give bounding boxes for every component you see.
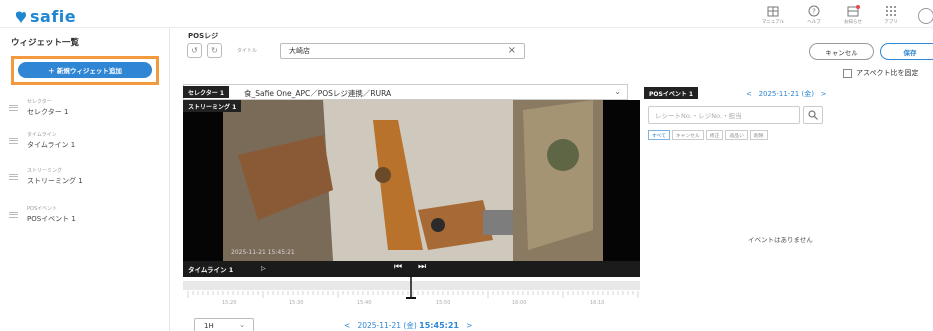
page-title: POSレジ bbox=[188, 32, 219, 40]
pos-date: 2025-11-21 (金) bbox=[758, 90, 814, 98]
chip-delete[interactable]: 削除 bbox=[749, 130, 768, 140]
apps-label: アプリ bbox=[884, 20, 898, 25]
drag-handle-icon[interactable] bbox=[9, 138, 18, 144]
widget-type: POSイベント bbox=[27, 206, 58, 212]
next-date-icon[interactable]: > bbox=[466, 321, 472, 330]
logo-text: safie bbox=[30, 7, 77, 26]
selector-tag: セレクター 1 bbox=[183, 86, 230, 98]
widget-item-timeline[interactable]: タイムライン タイムライン 1 bbox=[9, 131, 159, 153]
redo-icon: ↻ bbox=[211, 46, 218, 55]
drag-handle-icon[interactable] bbox=[9, 212, 18, 218]
widget-item-pos[interactable]: POSイベント POSイベント 1 bbox=[9, 205, 159, 227]
pos-filter-chips: すべて キャンセル 修正 返品い 削除 bbox=[648, 130, 768, 140]
chevron-down-icon: ⌄ bbox=[614, 87, 621, 96]
chip-fix[interactable]: 修正 bbox=[705, 130, 724, 140]
title-value: 大崎店 bbox=[289, 47, 310, 55]
title-input[interactable]: 大崎店 × bbox=[280, 43, 525, 59]
pos-empty-message: イベントはありません bbox=[748, 236, 813, 244]
undo-icon: ↺ bbox=[191, 46, 198, 55]
selector-dropdown[interactable]: 食_Safie One_APC／POSレジ連携／RURA ⌄ bbox=[183, 84, 628, 100]
undo-button[interactable]: ↺ bbox=[187, 43, 202, 58]
manual-button[interactable]: マニュアル bbox=[758, 4, 788, 25]
prev-date-icon[interactable]: < bbox=[746, 90, 752, 98]
apps-button[interactable]: アプリ bbox=[876, 4, 906, 25]
timeline-time: 15:45:21 bbox=[419, 321, 459, 330]
notice-label: お知らせ bbox=[844, 20, 862, 25]
chevron-down-icon: ⌄ bbox=[239, 321, 245, 329]
range-value: 1H bbox=[204, 321, 214, 330]
help-icon: ? bbox=[799, 4, 829, 18]
skip-forward-icon[interactable]: ⏭ bbox=[418, 262, 426, 272]
widget-name: タイムライン 1 bbox=[27, 141, 76, 149]
skip-back-icon[interactable]: ⏮ bbox=[394, 262, 402, 272]
camera-scene-image: 2025-11-21 15:45:21 bbox=[183, 100, 640, 261]
notice-icon bbox=[838, 4, 868, 18]
save-button[interactable]: 保存 bbox=[880, 43, 933, 60]
next-date-icon[interactable]: > bbox=[821, 90, 827, 98]
drag-handle-icon[interactable] bbox=[9, 105, 18, 111]
pos-search-input[interactable]: レシートNo.・レジNo.・担当 bbox=[648, 106, 800, 124]
svg-text:?: ? bbox=[812, 8, 816, 16]
widget-type: ストリーミング bbox=[27, 168, 63, 174]
streaming-tag: ストリーミング 1 bbox=[183, 100, 242, 112]
selector-path: 食_Safie One_APC／POSレジ連携／RURA bbox=[244, 89, 392, 98]
widget-name: ストリーミング 1 bbox=[27, 177, 83, 185]
aspect-ratio-toggle[interactable]: アスペクト比を固定 bbox=[843, 68, 919, 78]
safie-logo[interactable]: safie bbox=[14, 7, 76, 26]
user-avatar[interactable] bbox=[918, 8, 933, 24]
chip-all[interactable]: すべて bbox=[648, 130, 670, 140]
title-label: タイトル bbox=[237, 48, 258, 54]
aspect-label: アスペクト比を固定 bbox=[856, 69, 919, 77]
streaming-video[interactable]: 2025-11-21 15:45:21 bbox=[183, 100, 640, 261]
chip-cancel[interactable]: キャンセル bbox=[671, 130, 704, 140]
drag-handle-icon[interactable] bbox=[9, 174, 18, 180]
widget-name: セレクター 1 bbox=[27, 108, 69, 116]
tick-label: 16:00 bbox=[512, 300, 527, 306]
help-label: ヘルプ bbox=[807, 20, 821, 25]
widget-type: タイムライン bbox=[27, 132, 57, 138]
help-button[interactable]: ? ヘルプ bbox=[799, 4, 829, 25]
tick-label: 15:50 bbox=[436, 300, 451, 306]
search-button[interactable] bbox=[803, 106, 823, 124]
notice-button[interactable]: お知らせ bbox=[838, 4, 868, 25]
cancel-button[interactable]: キャンセル bbox=[809, 43, 874, 60]
safie-logo-icon bbox=[16, 11, 26, 23]
timeline-header: タイムライン 1 ▷ ⏮ ⏭ bbox=[183, 261, 640, 277]
redo-button[interactable]: ↻ bbox=[207, 43, 222, 58]
tick-label: 15:30 bbox=[289, 300, 304, 306]
manual-label: マニュアル bbox=[761, 20, 785, 25]
video-timestamp: 2025-11-21 15:45:21 bbox=[231, 249, 295, 256]
aspect-checkbox[interactable] bbox=[843, 68, 852, 78]
pos-tag: POSイベント 1 bbox=[644, 87, 699, 99]
timeline-date-nav: < 2025-11-21 (金) 15:45:21 > bbox=[344, 320, 472, 331]
manual-icon bbox=[758, 4, 788, 18]
apps-icon bbox=[876, 4, 906, 18]
sidebar-title: ウィジェット一覧 bbox=[11, 38, 80, 48]
play-icon[interactable]: ▷ bbox=[261, 265, 266, 272]
range-select[interactable]: 1H ⌄ bbox=[194, 318, 254, 331]
widget-name: POSイベント 1 bbox=[27, 215, 76, 223]
timeline-date: 2025-11-21 (金) bbox=[357, 321, 417, 330]
timeline-tag: タイムライン 1 bbox=[188, 266, 234, 274]
search-icon bbox=[808, 110, 818, 120]
playhead-marker[interactable] bbox=[404, 276, 418, 302]
tick-label: 16:10 bbox=[590, 300, 605, 306]
chip-return[interactable]: 返品い bbox=[725, 130, 748, 140]
tick-label: 15:40 bbox=[357, 300, 372, 306]
top-bar bbox=[0, 0, 933, 28]
prev-date-icon[interactable]: < bbox=[344, 321, 350, 330]
widget-item-selector[interactable]: セレクター セレクター 1 bbox=[9, 98, 159, 120]
tick-label: 15:20 bbox=[222, 300, 237, 306]
pos-date-nav: < 2025-11-21 (金) > bbox=[746, 89, 827, 99]
add-widget-button[interactable]: ＋ 新規ウィジェット追加 bbox=[18, 62, 152, 78]
clear-icon[interactable]: × bbox=[508, 45, 516, 56]
widget-type: セレクター bbox=[27, 99, 52, 105]
widget-item-streaming[interactable]: ストリーミング ストリーミング 1 bbox=[9, 167, 159, 189]
